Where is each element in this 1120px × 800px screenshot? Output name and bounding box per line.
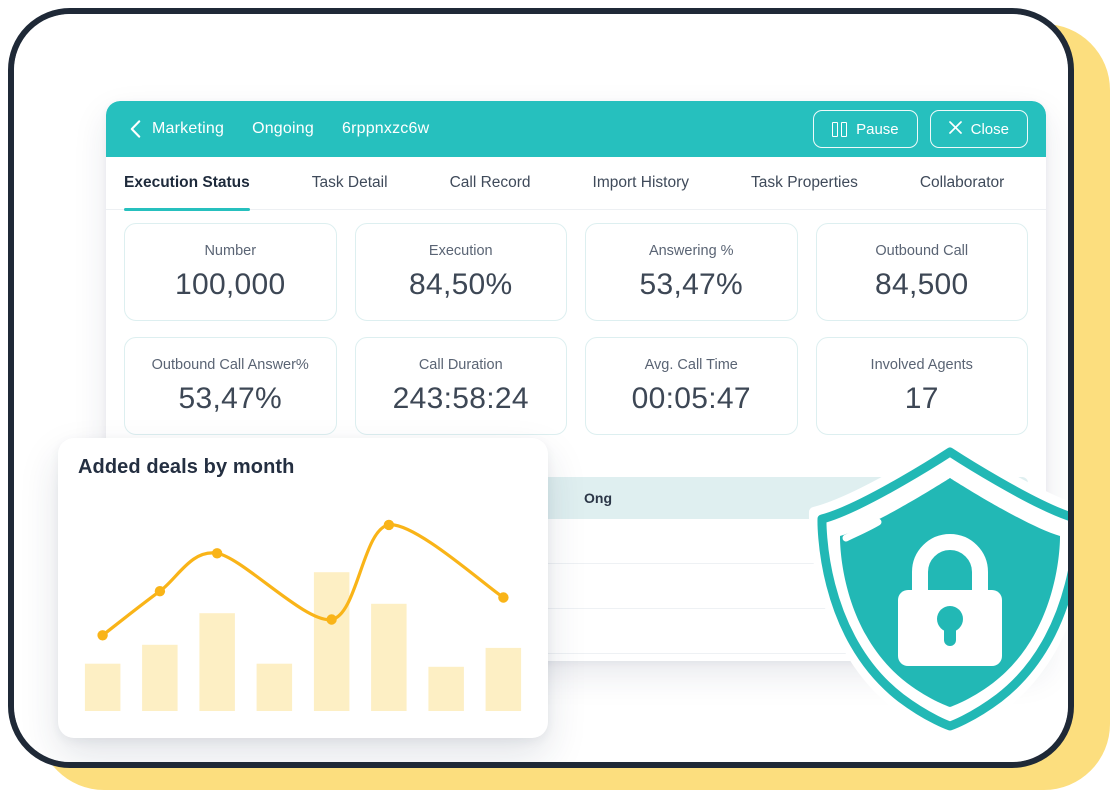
close-x-icon <box>949 121 962 138</box>
tab-bar: Execution Status Task Detail Call Record… <box>106 157 1046 210</box>
chart-data-point <box>155 586 165 596</box>
top-actions: Pause Close <box>813 110 1046 148</box>
stat-value: 53,47% <box>178 382 282 416</box>
stat-label: Outbound Call <box>875 243 968 259</box>
chart-trend-line <box>103 525 504 636</box>
screenshot-stage: Marketing Ongoing 6rppnxzc6w Pause <box>0 0 1120 800</box>
shield-lock-icon <box>802 438 1068 738</box>
stat-cards: Number 100,000 Execution 84,50% Answerin… <box>106 209 1046 451</box>
tablet-frame: Marketing Ongoing 6rppnxzc6w Pause <box>8 8 1074 768</box>
breadcrumb-item-1[interactable]: Marketing <box>152 120 224 138</box>
chart-svg <box>58 496 548 726</box>
stat-label: Number <box>204 243 256 259</box>
stat-card-execution: Execution 84,50% <box>355 223 568 321</box>
chart-data-point <box>212 548 222 558</box>
stat-label: Call Duration <box>419 357 503 373</box>
stat-value: 17 <box>905 382 939 416</box>
chart-data-point <box>498 592 508 602</box>
stat-row-1: Number 100,000 Execution 84,50% Answerin… <box>124 223 1028 321</box>
chart-bar <box>314 572 350 711</box>
breadcrumb-item-2[interactable]: Ongoing <box>252 120 314 138</box>
stat-value: 00:05:47 <box>632 382 751 416</box>
chevron-left-icon[interactable] <box>124 118 146 140</box>
stat-card-outbound-call: Outbound Call 84,500 <box>816 223 1029 321</box>
chart-data-point <box>97 630 107 640</box>
chart-bar <box>486 648 521 711</box>
chart-data-points <box>97 520 508 641</box>
chart-bar <box>199 613 235 711</box>
stat-label: Outbound Call Answer% <box>152 357 309 373</box>
chart-bar <box>142 645 178 711</box>
stat-value: 84,500 <box>875 268 969 302</box>
close-button[interactable]: Close <box>930 110 1028 148</box>
chart-data-point <box>326 614 336 624</box>
breadcrumb-item-3[interactable]: 6rppnxzc6w <box>342 120 429 138</box>
pause-button[interactable]: Pause <box>813 110 918 148</box>
table-column-ongoing[interactable]: Ong <box>584 490 704 506</box>
tab-task-properties[interactable]: Task Properties <box>751 157 858 209</box>
stat-value: 100,000 <box>175 268 286 302</box>
stat-label: Involved Agents <box>871 357 973 373</box>
tab-import-history[interactable]: Import History <box>593 157 689 209</box>
stat-card-avg-call-time: Avg. Call Time 00:05:47 <box>585 337 798 435</box>
tablet-screen: Marketing Ongoing 6rppnxzc6w Pause <box>14 14 1068 762</box>
tab-task-detail[interactable]: Task Detail <box>312 157 388 209</box>
tab-call-record[interactable]: Call Record <box>450 157 531 209</box>
stat-card-outbound-answer-pct: Outbound Call Answer% 53,47% <box>124 337 337 435</box>
pause-icon <box>832 122 847 137</box>
stat-label: Execution <box>429 243 493 259</box>
chart-bar <box>85 664 121 711</box>
chart-data-point <box>384 520 394 530</box>
stat-row-2: Outbound Call Answer% 53,47% Call Durati… <box>124 337 1028 435</box>
chart-card: Added deals by month <box>58 438 548 738</box>
pause-button-label: Pause <box>856 121 899 138</box>
chart-title: Added deals by month <box>78 456 294 479</box>
stat-label: Avg. Call Time <box>645 357 738 373</box>
chart-bar <box>257 664 293 711</box>
chart-plot-area <box>58 496 548 726</box>
tab-collaborator[interactable]: Collaborator <box>920 157 1004 209</box>
tab-execution-status[interactable]: Execution Status <box>124 157 250 209</box>
breadcrumb: Marketing Ongoing 6rppnxzc6w <box>106 118 429 140</box>
stat-value: 84,50% <box>409 268 513 302</box>
chart-bar <box>371 604 407 711</box>
stat-value: 243:58:24 <box>393 382 529 416</box>
close-button-label: Close <box>971 121 1009 138</box>
chart-bars <box>85 572 521 711</box>
stat-card-call-duration: Call Duration 243:58:24 <box>355 337 568 435</box>
stat-card-number: Number 100,000 <box>124 223 337 321</box>
top-bar: Marketing Ongoing 6rppnxzc6w Pause <box>106 101 1046 157</box>
chart-bar <box>428 667 464 711</box>
stat-label: Answering % <box>649 243 734 259</box>
stat-card-involved-agents: Involved Agents 17 <box>816 337 1029 435</box>
stat-card-answering-pct: Answering % 53,47% <box>585 223 798 321</box>
stat-value: 53,47% <box>639 268 743 302</box>
